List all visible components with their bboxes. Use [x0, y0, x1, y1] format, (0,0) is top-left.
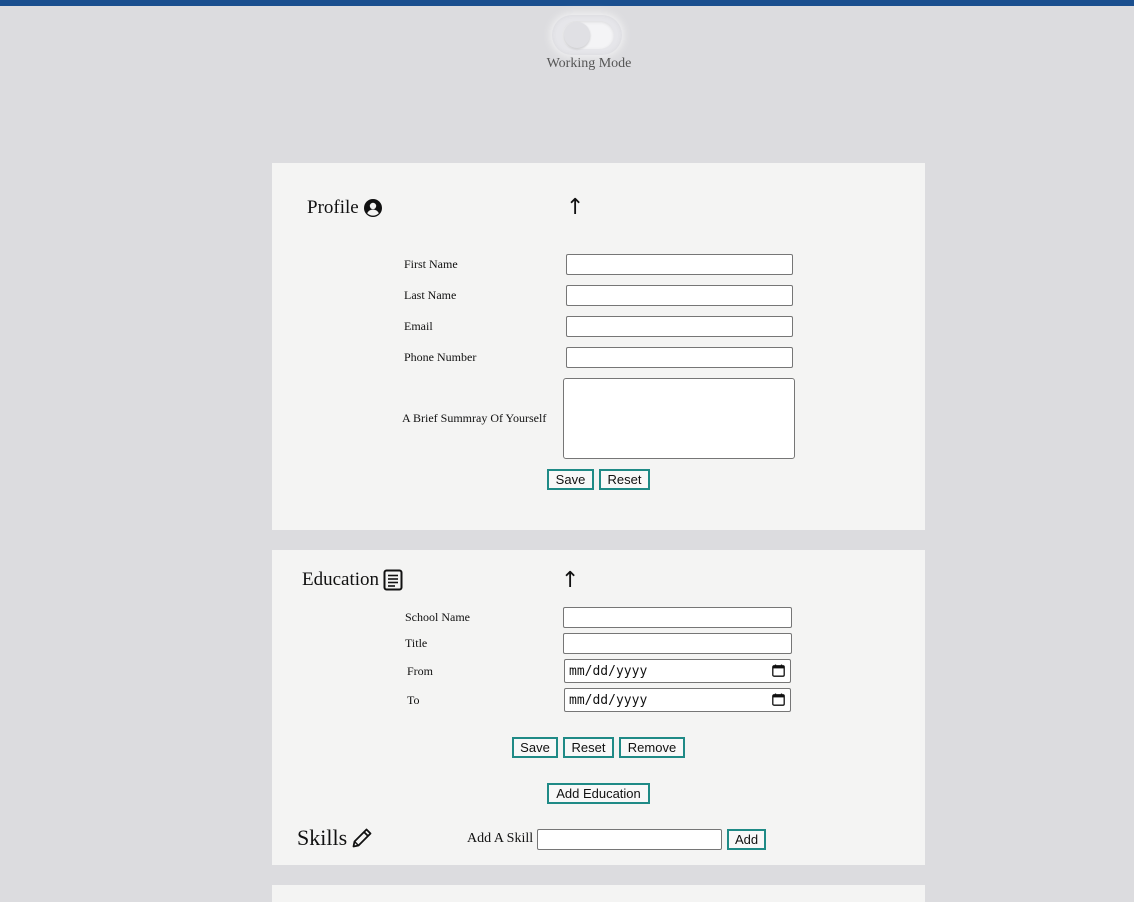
to-label: To [407, 693, 420, 707]
from-date-placeholder: mm/dd/yyyy [569, 664, 648, 679]
add-education-button[interactable]: Add Education [547, 783, 650, 804]
title-input[interactable] [563, 633, 792, 654]
profile-save-button[interactable]: Save [547, 469, 594, 490]
education-title: Education [302, 569, 380, 590]
pencil-icon [351, 827, 373, 849]
education-heading: Education [302, 569, 403, 591]
skill-input[interactable] [537, 829, 722, 850]
school-name-input[interactable] [563, 607, 792, 628]
profile-heading: Profile [307, 197, 383, 219]
from-date-input[interactable]: mm/dd/yyyy [564, 659, 791, 683]
toggle-knob [564, 22, 590, 48]
education-reset-button[interactable]: Reset [563, 737, 614, 758]
working-mode-toggle[interactable] [552, 15, 622, 55]
email-label: Email [404, 319, 433, 333]
school-name-label: School Name [405, 610, 470, 624]
add-skill-button[interactable]: Add [727, 829, 766, 850]
education-section: Education ↑ School Name Title From mm/dd… [272, 550, 925, 865]
collapse-arrow-icon[interactable]: ↑ [566, 197, 584, 219]
last-name-input[interactable] [566, 285, 793, 306]
add-skill-label: Add A Skill [467, 831, 534, 846]
from-label: From [407, 664, 434, 678]
profile-section: Profile ↑ First Name Last Name Email Pho… [272, 163, 925, 530]
education-remove-button[interactable]: Remove [619, 737, 685, 758]
to-date-placeholder: mm/dd/yyyy [569, 693, 648, 708]
summary-label: A Brief Summray Of Yourself [402, 411, 547, 425]
collapse-arrow-icon[interactable]: ↑ [561, 570, 579, 592]
working-mode-label: Working Mode [546, 56, 632, 71]
calendar-icon[interactable] [772, 664, 785, 681]
last-name-label: Last Name [404, 288, 457, 302]
first-name-label: First Name [404, 257, 458, 271]
skills-title: Skills [297, 825, 348, 850]
email-input[interactable] [566, 316, 793, 337]
title-label: Title [405, 636, 428, 650]
profile-title: Profile [307, 197, 359, 218]
summary-textarea[interactable] [563, 378, 795, 459]
first-name-input[interactable] [566, 254, 793, 275]
user-circle-icon [363, 198, 383, 218]
calendar-icon[interactable] [772, 693, 785, 710]
next-section [272, 885, 925, 902]
skills-heading: Skills [297, 825, 373, 851]
working-mode-toggle-group: Working Mode [546, 15, 632, 75]
document-icon [383, 569, 403, 591]
to-date-input[interactable]: mm/dd/yyyy [564, 688, 791, 712]
profile-reset-button[interactable]: Reset [599, 469, 650, 490]
education-save-button[interactable]: Save [512, 737, 558, 758]
phone-label: Phone Number [404, 350, 477, 364]
top-bar [0, 0, 1134, 6]
phone-input[interactable] [566, 347, 793, 368]
